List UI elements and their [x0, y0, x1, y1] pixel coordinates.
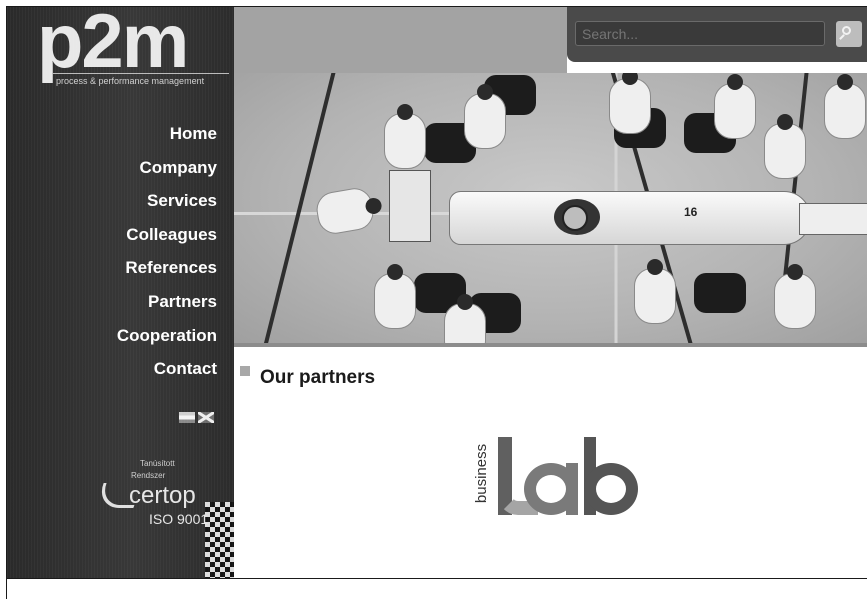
sidebar: p2m process & performance management Hom… — [7, 7, 234, 578]
businesslab-vertical-text: business — [473, 443, 491, 504]
search-input[interactable] — [575, 21, 825, 46]
pit-crew-member — [384, 104, 426, 169]
nav-item-services[interactable]: Services — [7, 187, 234, 221]
pit-crew-member — [714, 74, 756, 139]
nav-item-label: Colleagues — [126, 224, 217, 244]
footer-divider — [7, 578, 867, 579]
main-nav: Home Company Services Colleagues Referen… — [7, 120, 234, 389]
driver-helmet — [562, 205, 588, 231]
section-bullet — [240, 366, 250, 376]
businesslab-logo[interactable]: business lab — [470, 431, 640, 517]
nav-item-label: Contact — [153, 359, 217, 379]
nav-item-label: References — [125, 258, 217, 278]
nav-item-colleagues[interactable]: Colleagues — [7, 221, 234, 255]
nav-item-contact[interactable]: Contact — [7, 355, 234, 389]
tyre — [694, 273, 746, 313]
pit-crew-member — [609, 73, 651, 134]
pit-crew-member — [444, 294, 486, 346]
pit-crew-member — [824, 74, 866, 139]
hungarian-flag-icon[interactable] — [179, 412, 195, 423]
nav-item-home[interactable]: Home — [7, 120, 234, 154]
certop-iso-badge: Tanúsított Rendszer certop ISO 9001 — [94, 447, 225, 527]
car-front-wing — [799, 203, 867, 235]
language-switcher — [179, 412, 214, 423]
hero-bottom-border — [234, 343, 867, 347]
car-rear-wing — [389, 170, 431, 242]
nav-item-company[interactable]: Company — [7, 154, 234, 188]
pit-crew-member — [634, 259, 676, 324]
pit-crew-member — [764, 114, 806, 179]
cert-line2: Rendszer — [131, 471, 166, 480]
logo-wordmark: p2m — [37, 7, 189, 84]
logo-tagline: process & performance management — [56, 76, 205, 86]
nav-item-cooperation[interactable]: Cooperation — [7, 322, 234, 356]
pit-crew-member — [774, 264, 816, 329]
hero-pitstop-image: 16 — [234, 73, 867, 346]
pit-crew-member — [464, 84, 506, 149]
nav-item-label: Home — [169, 124, 217, 143]
nav-item-label: Cooperation — [116, 325, 217, 345]
cert-standard: ISO 9001 — [149, 511, 209, 527]
cert-line1: Tanúsított — [140, 459, 175, 468]
pit-crew-member — [374, 264, 416, 329]
nav-item-partners[interactable]: Partners — [7, 288, 234, 322]
logo-letter-b — [584, 463, 638, 515]
search-button[interactable] — [836, 21, 862, 47]
page-title: Our partners — [260, 367, 376, 388]
search-icon — [842, 26, 851, 35]
car-number: 16 — [684, 205, 698, 219]
logo-letter-a-stem — [566, 463, 578, 515]
nav-item-references[interactable]: References — [7, 254, 234, 288]
header-band — [234, 7, 567, 73]
cert-name: certop — [129, 482, 196, 509]
f1-car-body — [449, 191, 811, 245]
nav-item-label: Partners — [148, 291, 217, 311]
logo-divider — [53, 73, 229, 74]
uk-flag-icon[interactable] — [198, 412, 214, 423]
nav-item-label: Services — [147, 191, 217, 211]
page-frame: p2m process & performance management Hom… — [6, 6, 867, 599]
nav-item-label: Company — [139, 157, 217, 177]
p2m-logo[interactable]: p2m process & performance management — [7, 7, 234, 89]
